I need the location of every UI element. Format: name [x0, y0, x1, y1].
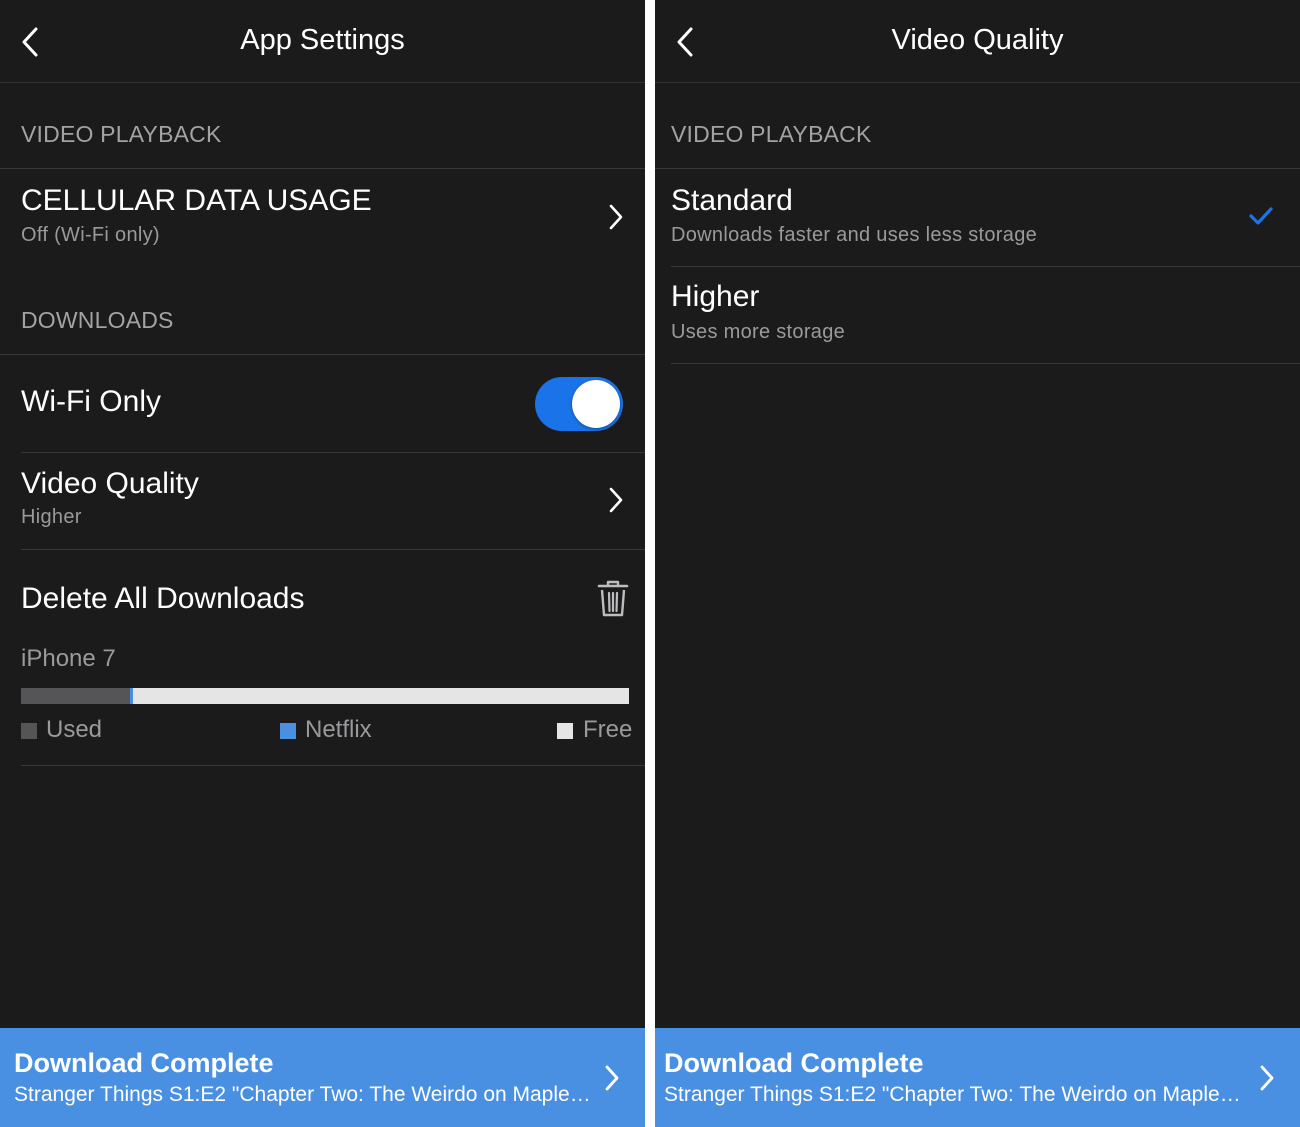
legend-netflix-swatch [280, 723, 296, 739]
divider [21, 765, 645, 766]
banner-title: Download Complete [664, 1048, 924, 1078]
video-quality-screen: Video Quality VIDEO PLAYBACK Standard Do… [655, 0, 1300, 1127]
download-complete-banner[interactable]: Download Complete Stranger Things S1:E2 … [655, 1028, 1300, 1127]
navigation-bar: Video Quality [655, 0, 1300, 83]
section-header-downloads: DOWNLOADS [21, 307, 174, 333]
cellular-data-usage-row[interactable]: CELLULAR DATA USAGE Off (Wi-Fi only) [0, 169, 645, 267]
legend-free-swatch [557, 723, 573, 739]
legend-used-label: Used [46, 716, 103, 743]
banner-subtitle: Stranger Things S1:E2 "Chapter Two: The … [14, 1083, 594, 1106]
banner-subtitle: Stranger Things S1:E2 "Chapter Two: The … [664, 1083, 1244, 1106]
cellular-data-usage-value: Off (Wi-Fi only) [21, 224, 160, 246]
chevron-right-icon [609, 204, 623, 230]
chevron-right-icon [609, 487, 623, 513]
storage-bar-netflix [130, 688, 133, 704]
wifi-only-toggle[interactable] [535, 377, 623, 431]
checkmark-icon [1249, 207, 1273, 225]
quality-option-standard[interactable]: Standard Downloads faster and uses less … [655, 169, 1300, 266]
storage-device-label: iPhone 7 [21, 645, 116, 672]
cellular-data-usage-label: CELLULAR DATA USAGE [21, 184, 372, 217]
video-quality-value: Higher [21, 506, 82, 528]
storage-bar-used [21, 688, 131, 704]
back-button[interactable] [14, 22, 50, 62]
banner-title: Download Complete [14, 1048, 274, 1078]
toggle-knob [572, 380, 620, 428]
page-title: Video Quality [891, 24, 1064, 56]
divider [671, 363, 1300, 364]
download-complete-banner[interactable]: Download Complete Stranger Things S1:E2 … [0, 1028, 645, 1127]
chevron-left-icon [22, 27, 38, 57]
option-description: Downloads faster and uses less storage [671, 224, 1038, 246]
option-title: Standard [671, 184, 793, 217]
page-title: App Settings [240, 24, 405, 56]
app-settings-screen: App Settings VIDEO PLAYBACK CELLULAR DAT… [0, 0, 645, 1127]
legend-used-swatch [21, 723, 37, 739]
option-description: Uses more storage [671, 321, 846, 343]
chevron-right-icon [605, 1065, 619, 1091]
legend-netflix-label: Netflix [305, 716, 372, 743]
legend-free-label: Free [583, 716, 633, 743]
delete-all-downloads-row[interactable]: Delete All Downloads [0, 550, 645, 630]
delete-all-downloads-label: Delete All Downloads [21, 582, 305, 615]
navigation-bar: App Settings [0, 0, 645, 83]
trash-icon[interactable] [597, 580, 629, 618]
chevron-left-icon [677, 27, 693, 57]
option-title: Higher [671, 280, 760, 313]
storage-bar [21, 688, 629, 704]
section-header-video-playback: VIDEO PLAYBACK [21, 121, 222, 147]
section-header-video-playback: VIDEO PLAYBACK [671, 121, 872, 147]
quality-option-higher[interactable]: Higher Uses more storage [655, 267, 1300, 364]
video-quality-label: Video Quality [21, 467, 199, 500]
video-quality-row[interactable]: Video Quality Higher [0, 453, 645, 549]
wifi-only-label: Wi-Fi Only [21, 385, 161, 418]
back-button[interactable] [669, 22, 705, 62]
chevron-right-icon [1260, 1065, 1274, 1091]
